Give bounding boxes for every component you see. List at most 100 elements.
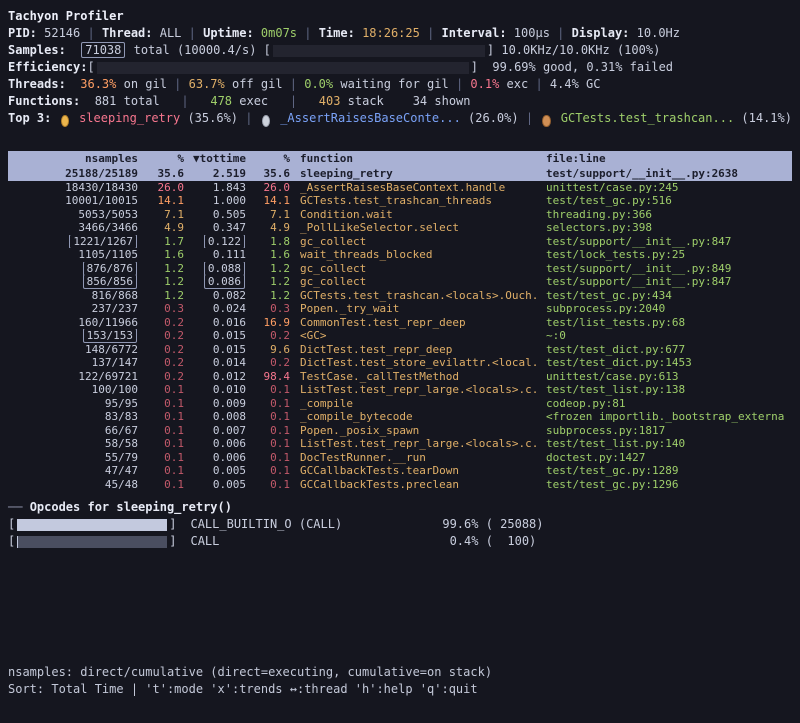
- cell-function: _compile_bytecode: [290, 410, 538, 424]
- cell-function: _AssertRaisesBaseContext.handle: [290, 181, 538, 195]
- bar-open-bracket: [: [8, 533, 15, 550]
- opcode-bar-fill: [17, 519, 166, 531]
- cell-tottime: 2.519: [184, 167, 246, 181]
- cell-pct-direct: 1.6: [138, 248, 184, 262]
- cell-nsamples: 856/856: [8, 275, 138, 289]
- functions-exec: 478: [210, 93, 232, 110]
- cell-file-line: subprocess.py:1817: [538, 424, 792, 438]
- opcode-count: ( 100): [478, 533, 536, 550]
- cell-pct-direct: 7.1: [138, 208, 184, 222]
- changed-value-box: 0.088: [204, 262, 245, 276]
- table-row[interactable]: 55/790.10.0060.1DocTestRunner.__rundocte…: [8, 451, 792, 465]
- column-header-function[interactable]: function: [290, 151, 538, 167]
- text-segment: [297, 93, 319, 110]
- samples-line: Samples: 71038 total (10000.4/s) [ ] 10.…: [8, 42, 792, 59]
- changed-value-box: 153/153: [83, 329, 137, 343]
- cell-nsamples: 83/83: [8, 410, 138, 424]
- cell-pct-cumulative: 9.6: [246, 343, 290, 357]
- efficiency-line: Efficiency: [ ] 99.69% good, 0.31% faile…: [8, 59, 792, 76]
- cell-file-line: test/lock_tests.py:25: [538, 248, 792, 262]
- table-row[interactable]: 100/1000.10.0100.1ListTest.test_repr_lar…: [8, 383, 792, 397]
- samples-total: 71038: [81, 42, 125, 58]
- table-row[interactable]: 66/670.10.0070.1Popen._posix_spawnsubpro…: [8, 424, 792, 438]
- table-row[interactable]: 47/470.10.0050.1GCCallbackTests.tearDown…: [8, 464, 792, 478]
- cell-function: GCTests.test_trashcan.<locals>.Ouch...: [290, 289, 538, 303]
- table-row[interactable]: 95/950.10.0090.1_compilecodeop.py:81: [8, 397, 792, 411]
- table-row-selected[interactable]: 25188/2518935.62.51935.6sleeping_retryte…: [8, 167, 792, 181]
- efficiency-label: Efficiency:: [8, 60, 87, 74]
- samples-rate-bar: [273, 45, 485, 57]
- text-segment: |: [290, 93, 297, 110]
- table-row[interactable]: 876/8761.20.0881.2gc_collecttest/support…: [8, 262, 792, 276]
- table-row[interactable]: 83/830.10.0080.1_compile_bytecode<frozen…: [8, 410, 792, 424]
- table-row[interactable]: 18430/1843026.01.84326.0_AssertRaisesBas…: [8, 181, 792, 195]
- cell-nsamples: 1221/1267: [8, 235, 138, 249]
- top3-label: Top 3:: [8, 110, 59, 127]
- table-row[interactable]: 3466/34664.90.3474.9_PollLikeSelector.se…: [8, 221, 792, 235]
- cell-pct-cumulative: 1.2: [246, 275, 290, 289]
- cell-function: Popen._posix_spawn: [290, 424, 538, 438]
- column-header-file-line[interactable]: file:line: [538, 151, 792, 167]
- cell-pct-direct: 1.7: [138, 235, 184, 249]
- text-segment: |: [174, 76, 188, 93]
- cell-file-line: test/test_dict.py:677: [538, 343, 792, 357]
- table-row[interactable]: 237/2370.30.0240.3Popen._try_waitsubproc…: [8, 302, 792, 316]
- column-header-pct-cumulative[interactable]: %: [246, 151, 290, 167]
- uptime-value: 0m07s: [261, 25, 304, 42]
- cell-tottime: 0.016: [184, 316, 246, 330]
- column-header-tottime-sorted[interactable]: ▼tottime: [184, 151, 246, 167]
- text-segment: off gil: [225, 76, 290, 93]
- column-header-pct-direct[interactable]: %: [138, 151, 184, 167]
- table-row[interactable]: 122/697210.20.01298.4TestCase._callTestM…: [8, 370, 792, 384]
- table-row[interactable]: 816/8681.20.0821.2GCTests.test_trashcan.…: [8, 289, 792, 303]
- table-row[interactable]: 1105/11051.60.1111.6wait_threads_blocked…: [8, 248, 792, 262]
- cell-pct-cumulative: 0.1: [246, 397, 290, 411]
- thread-value: ALL: [160, 25, 189, 42]
- table-row[interactable]: 137/1470.20.0140.2DictTest.test_store_ev…: [8, 356, 792, 370]
- cell-function: _compile: [290, 397, 538, 411]
- cell-tottime: 0.015: [184, 329, 246, 343]
- cell-tottime: 0.122: [184, 235, 246, 249]
- table-row[interactable]: 856/8561.20.0861.2gc_collecttest/support…: [8, 275, 792, 289]
- cell-function: gc_collect: [290, 235, 538, 249]
- functions-stack: 403: [319, 93, 341, 110]
- table-row[interactable]: 148/67720.20.0159.6DictTest.test_repr_de…: [8, 343, 792, 357]
- cell-nsamples: 66/67: [8, 424, 138, 438]
- top1-pct: (35.6%): [180, 110, 245, 127]
- text-segment: GC: [579, 76, 601, 93]
- cell-nsamples: 55/79: [8, 451, 138, 465]
- text-segment: shown: [427, 93, 470, 110]
- cell-pct-direct: 1.2: [138, 275, 184, 289]
- cell-pct-cumulative: 98.4: [246, 370, 290, 384]
- cell-tottime: 0.505: [184, 208, 246, 222]
- table-row[interactable]: 58/580.10.0060.1ListTest.test_repr_large…: [8, 437, 792, 451]
- table-header-row: nsamples % ▼tottime % function file:line: [8, 151, 792, 167]
- table-row[interactable]: 10001/1001514.11.00014.1GCTests.test_tra…: [8, 194, 792, 208]
- table-row[interactable]: 153/1530.20.0150.2<GC>~:0: [8, 329, 792, 343]
- table-row[interactable]: 160/119660.20.01616.9CommonTest.test_rep…: [8, 316, 792, 330]
- cell-file-line: <frozen importlib._bootstrap_externa: [538, 410, 792, 424]
- function-table: nsamples % ▼tottime % function file:line…: [8, 151, 792, 491]
- text-segment: exec: [232, 93, 290, 110]
- cell-pct-cumulative: 7.1: [246, 208, 290, 222]
- opcode-row: []CALL_BUILTIN_O (CALL)99.6% ( 25088): [8, 516, 792, 533]
- table-row[interactable]: 1221/12671.70.1221.8gc_collecttest/suppo…: [8, 235, 792, 249]
- cell-pct-cumulative: 1.6: [246, 248, 290, 262]
- functions-label: Functions:: [8, 93, 95, 110]
- cell-pct-cumulative: 0.1: [246, 437, 290, 451]
- cell-pct-direct: 0.2: [138, 356, 184, 370]
- cell-tottime: 0.024: [184, 302, 246, 316]
- opcode-name: CALL: [176, 533, 426, 550]
- samples-capacity: 10.0KHz/10.0KHz (100%): [494, 43, 660, 57]
- waiting-gil-pct: 0.0%: [304, 76, 333, 93]
- samples-text: Samples: 71038 total (10000.4/s): [8, 42, 264, 59]
- bar-close-bracket: ]: [169, 516, 176, 533]
- table-row[interactable]: 45/480.10.0050.1GCCallbackTests.preclean…: [8, 478, 792, 492]
- cell-pct-direct: 0.1: [138, 437, 184, 451]
- column-header-nsamples[interactable]: nsamples: [8, 151, 138, 167]
- cell-function: Condition.wait: [290, 208, 538, 222]
- gc-pct: 4.4%: [550, 76, 579, 93]
- cell-function: DocTestRunner.__run: [290, 451, 538, 465]
- cell-pct-direct: 0.1: [138, 410, 184, 424]
- table-row[interactable]: 5053/50537.10.5057.1Condition.waitthread…: [8, 208, 792, 222]
